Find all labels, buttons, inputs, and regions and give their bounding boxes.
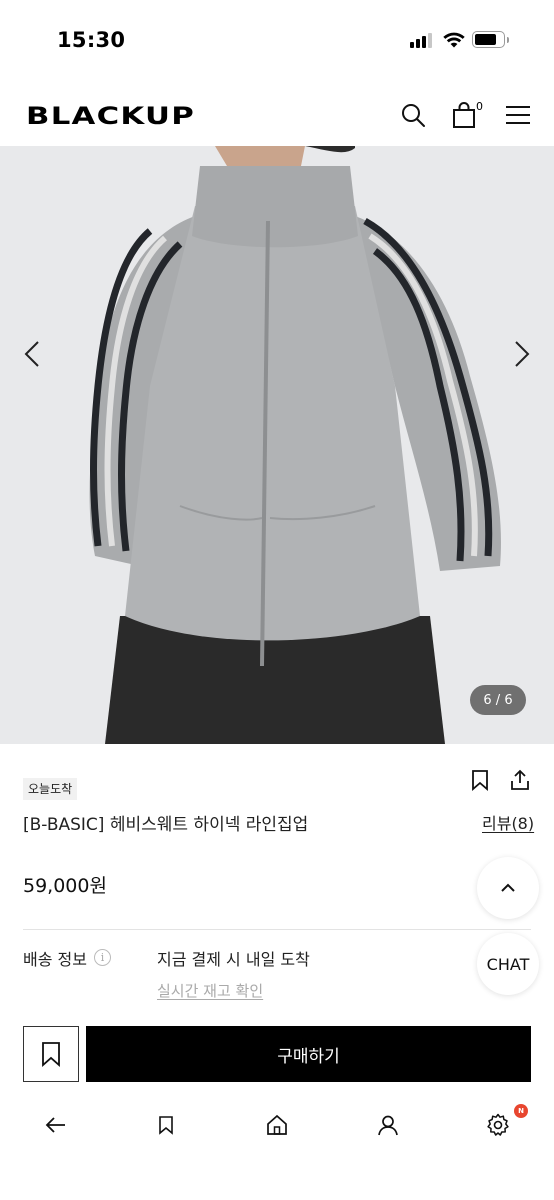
info-icon[interactable]: i <box>94 949 111 966</box>
delivery-badge: 오늘도착 <box>23 778 78 800</box>
carousel-prev-button[interactable] <box>19 338 45 370</box>
bottom-nav <box>0 1098 554 1150</box>
chat-button[interactable]: CHAT <box>477 933 539 995</box>
home-icon <box>267 1114 287 1135</box>
notification-badge: N <box>514 1104 528 1118</box>
bookmark-icon <box>472 770 488 791</box>
cart-button[interactable] <box>449 100 479 130</box>
stock-check-link[interactable]: 실시간 재고 확인 <box>157 980 263 1001</box>
back-arrow-icon <box>45 1117 65 1133</box>
carousel-next-button[interactable] <box>509 338 535 370</box>
search-icon <box>402 104 425 127</box>
chevron-left-icon <box>24 341 39 367</box>
status-bar: 15:30 <box>0 0 554 84</box>
menu-icon <box>506 106 530 124</box>
cart-icon <box>453 102 475 128</box>
chevron-right-icon <box>515 341 530 367</box>
menu-button[interactable] <box>503 100 533 130</box>
bottom-wishlist-button[interactable] <box>23 1026 79 1082</box>
product-price: 59,000원 <box>23 875 107 897</box>
product-title: [B-BASIC] 헤비스웨트 하이넥 라인집업 <box>23 815 309 835</box>
nav-wishlist-button[interactable] <box>151 1110 181 1140</box>
nav-account-button[interactable] <box>373 1110 403 1140</box>
reviews-link[interactable]: 리뷰(8) <box>482 810 534 834</box>
share-button[interactable] <box>507 767 533 793</box>
buy-button[interactable]: 구매하기 <box>86 1026 531 1082</box>
search-button[interactable] <box>398 100 428 130</box>
chevron-up-icon <box>501 883 515 892</box>
cart-count: 0 <box>476 100 483 113</box>
nav-back-button[interactable] <box>41 1110 71 1140</box>
bookmark-icon <box>159 1116 173 1135</box>
product-photo <box>0 146 554 744</box>
status-icons <box>410 31 509 48</box>
share-icon <box>511 769 529 790</box>
wishlist-button[interactable] <box>467 767 493 793</box>
battery-icon <box>472 31 509 48</box>
user-icon <box>378 1115 398 1136</box>
shipping-value: 지금 결제 시 내일 도착 <box>157 950 310 969</box>
carousel-pager: 6 / 6 <box>470 685 526 715</box>
product-image-carousel[interactable]: 6 / 6 <box>0 146 554 744</box>
nav-home-button[interactable] <box>262 1110 292 1140</box>
divider <box>23 929 531 930</box>
gear-icon <box>487 1113 509 1136</box>
shipping-label: 배송 정보 <box>23 950 87 969</box>
brand-logo[interactable]: BLACKUP <box>26 102 195 130</box>
signal-icon <box>410 32 435 48</box>
scroll-top-button[interactable] <box>477 857 539 919</box>
wifi-icon <box>443 32 465 47</box>
status-time: 15:30 <box>57 28 126 52</box>
nav-settings-button[interactable] <box>483 1110 513 1140</box>
bookmark-icon <box>42 1042 60 1067</box>
app-header: BLACKUP <box>0 84 554 146</box>
